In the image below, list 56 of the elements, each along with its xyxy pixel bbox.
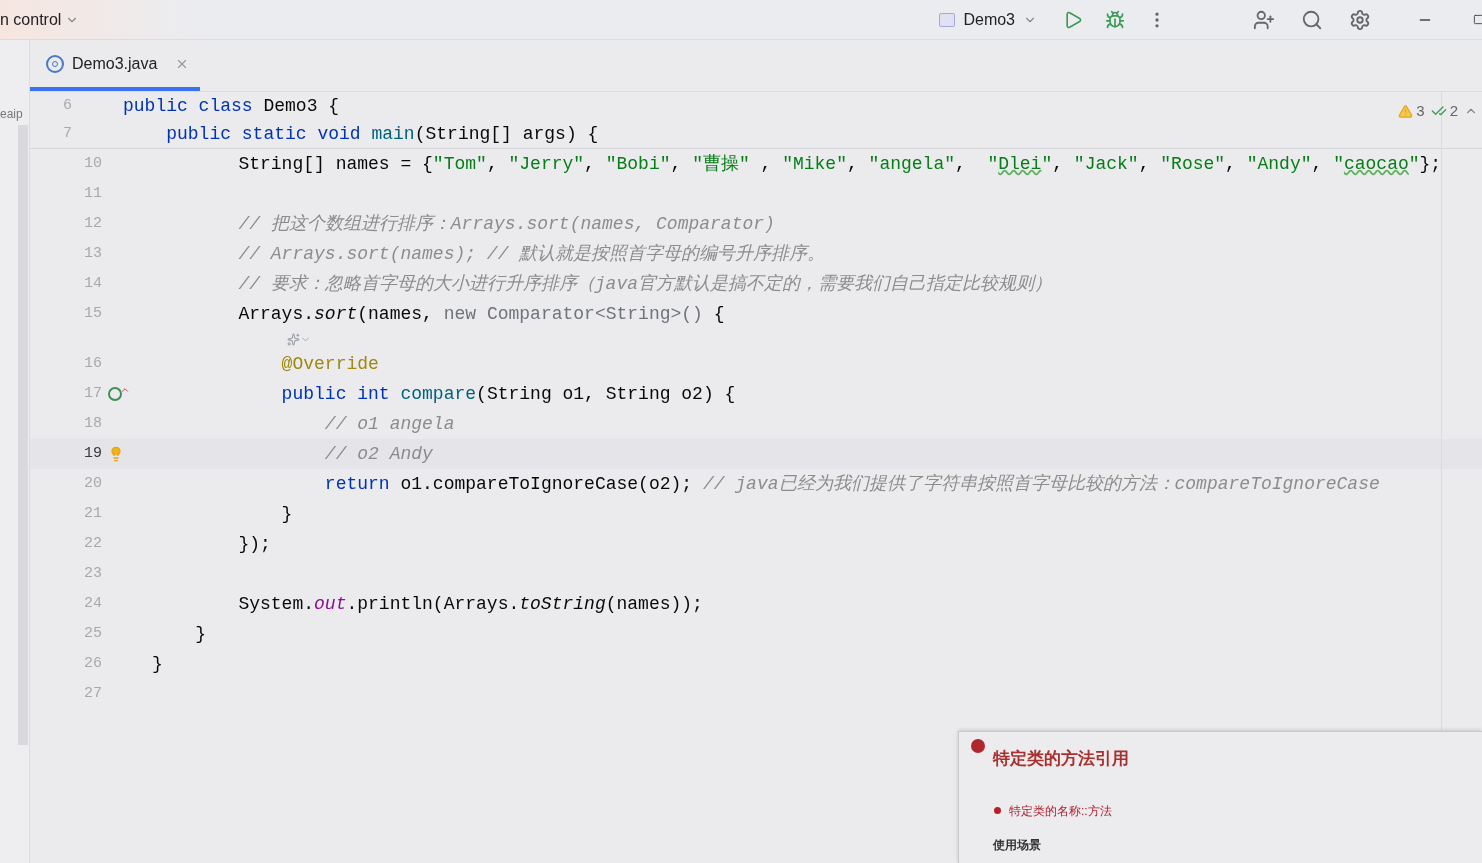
- line-number: 21: [83, 503, 102, 524]
- code-line: // o2 Andy: [323, 442, 433, 466]
- code-line: @Override: [280, 352, 379, 376]
- code-line: // 要求：忽略首字母的大小进行升序排序（java官方默认是搞不定的，需要我们自己指定比较规则）: [237, 272, 1053, 296]
- line-number: 23: [83, 563, 102, 584]
- code-line: Arrays.sort(names, new Comparator<String>() {: [237, 302, 725, 326]
- code-line: System.out.println(Arrays.toString(names));: [237, 592, 703, 616]
- bug-icon[interactable]: [1105, 9, 1125, 30]
- lightbulb-icon[interactable]: [108, 446, 124, 462]
- add-user-icon[interactable]: [1253, 8, 1275, 31]
- section-heading: 使用场景: [993, 837, 1042, 852]
- line-number: 20: [83, 473, 102, 494]
- code-line: });: [237, 532, 271, 556]
- code-line: // 把这个数组进行排序：Arrays.sort(names, Comparator): [237, 212, 775, 236]
- bullet-text: 特定类的名称::方法: [1009, 802, 1112, 820]
- inlay-hint-icon[interactable]: [287, 332, 311, 346]
- line-number: 6: [62, 95, 72, 116]
- line-number: 25: [83, 623, 102, 644]
- line-number: 11: [83, 183, 102, 204]
- side-panel-label: eaip: [0, 106, 23, 123]
- code-line: }: [152, 652, 163, 676]
- code-line: }: [194, 622, 206, 646]
- warning-icon: [1398, 103, 1414, 119]
- line-number: 13: [83, 243, 102, 264]
- search-icon[interactable]: [1301, 8, 1323, 31]
- popup-title: 特定类的方法引用: [993, 748, 1130, 770]
- code-line: return o1.compareToIgnoreCase(o2); // java已经为我们提供了字符串按照首字母比较的方法：compareToIgnoreCase: [323, 472, 1380, 496]
- settings-icon[interactable]: [1349, 8, 1371, 31]
- implements-icon[interactable]: [108, 387, 130, 401]
- editor-tab[interactable]: Demo3.java: [30, 40, 200, 91]
- line-number: 16: [83, 353, 102, 374]
- record-icon: [971, 739, 985, 753]
- weak-warning-count[interactable]: 2: [1430, 100, 1458, 123]
- line-number: 15: [83, 303, 102, 324]
- line-number: 18: [83, 413, 102, 434]
- run-icon[interactable]: [1063, 9, 1083, 30]
- line-number: 7: [62, 123, 72, 144]
- line-number: 17: [83, 383, 102, 404]
- line-number: 14: [83, 273, 102, 294]
- line-number: 24: [83, 593, 102, 614]
- line-number: 19: [83, 443, 102, 464]
- code-line: }: [280, 502, 293, 526]
- code-line: // Arrays.sort(names); // 默认就是按照首字母的编号升序排序。: [237, 242, 826, 266]
- line-number: 22: [83, 533, 102, 554]
- line-number: 12: [83, 213, 102, 234]
- code-line: // o1 angela: [323, 412, 455, 436]
- code-line: String[] names = {"Tom", "Jerry", "Bobi", "曹操" , "Mike", "angela", "Dlei", "Jack", "Rose", "Andy", "caocao"};: [237, 152, 1442, 176]
- line-number: 26: [83, 653, 102, 674]
- code-line: public int compare(String o1, String o2) {: [280, 382, 736, 406]
- line-number: 27: [83, 683, 102, 704]
- restore-icon[interactable]: [1473, 14, 1482, 25]
- code-line: public class Demo3 {: [123, 94, 340, 118]
- warning-count[interactable]: 3: [1398, 100, 1425, 123]
- code-line: public static void main(String[] args) {: [165, 122, 599, 146]
- line-number: 10: [83, 153, 102, 174]
- run-config-selector[interactable]: Demo3: [939, 7, 1037, 32]
